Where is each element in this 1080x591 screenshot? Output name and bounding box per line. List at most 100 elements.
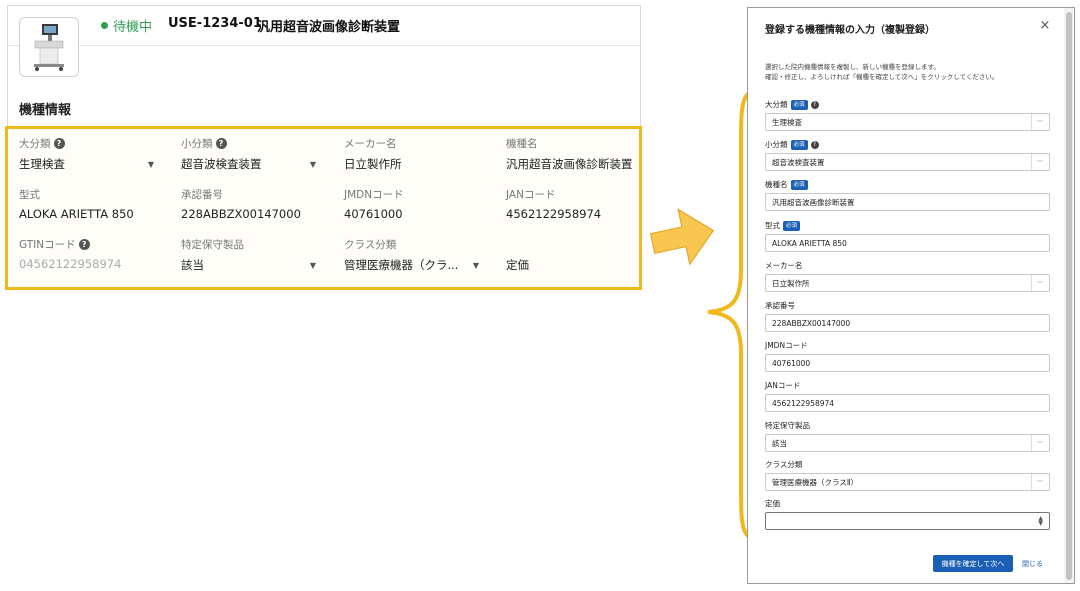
dialog-price-label: 定価 <box>765 499 780 508</box>
status-text: 待機中 <box>113 20 153 35</box>
maker-value: 日立製作所 <box>344 157 402 171</box>
jmdn-input-value: 40761000 <box>772 358 811 368</box>
question-circle-icon[interactable]: ? <box>810 100 819 109</box>
clone-register-dialog: 登録する機種情報の入力（複製登録） × 選択した院内機種情報を複製し、新しい機種… <box>747 7 1075 584</box>
dialog-major-label: 大分類 <box>765 100 788 109</box>
confirm-next-button[interactable]: 機種を確定して次へ <box>933 555 1013 572</box>
minor-select-value: 超音波検査装置 <box>772 157 825 167</box>
jan-input[interactable]: 4562122958974 <box>765 394 1050 412</box>
class-select[interactable]: 管理医療機器（クラ... ▼ <box>344 257 479 273</box>
question-circle-icon[interactable]: ? <box>53 137 65 149</box>
maintenance-value: 該当 <box>181 258 204 272</box>
dialog-class-label: クラス分類 <box>765 460 803 469</box>
field-model-name-label: 機種名 <box>506 137 538 150</box>
field-jmdn: JMDNコード 40761000 <box>344 187 494 222</box>
chevron-down-icon: ▼ <box>309 159 316 169</box>
status-dot-icon <box>101 22 108 29</box>
jmdn-value: 40761000 <box>344 207 403 221</box>
required-badge: 必須 <box>790 179 808 190</box>
maintenance-select[interactable]: 該当 ﹀ <box>765 434 1050 452</box>
chevron-down-icon: ﹀ <box>1030 275 1043 291</box>
field-price: 定価 <box>506 237 656 273</box>
field-gtin-label: GTINコード <box>19 238 76 251</box>
minor-value: 超音波検査装置 <box>181 157 262 171</box>
required-badge: 必須 <box>790 139 808 150</box>
field-approval-label: 承認番号 <box>181 188 223 201</box>
device-thumbnail <box>19 17 79 77</box>
model-type-value: ALOKA ARIETTA 850 <box>19 207 134 221</box>
dialog-description-line1: 選択した院内機種情報を複製し、新しい機種を登録します。 <box>765 63 940 71</box>
ultrasound-machine-image <box>34 24 64 71</box>
question-circle-icon[interactable]: ? <box>215 137 227 149</box>
dialog-model-name-label: 機種名 <box>765 180 788 189</box>
dialog-field-major: 大分類 必須 ? 生理検査 ﹀ <box>765 99 1050 131</box>
dialog-field-jmdn: JMDNコード 40761000 <box>765 340 1050 372</box>
field-jmdn-label: JMDNコード <box>344 188 404 201</box>
dialog-approval-label: 承認番号 <box>765 301 795 310</box>
class-value: 管理医療機器（クラ... <box>344 258 459 272</box>
class-select-value: 管理医療機器（クラスⅡ） <box>772 477 859 487</box>
dialog-model-type-label: 型式 <box>765 221 780 230</box>
field-gtin: GTINコード? 04562122958974 <box>19 237 169 271</box>
field-model-type-label: 型式 <box>19 188 40 201</box>
model-name-input[interactable]: 汎用超音波画像診断装置 <box>765 193 1050 211</box>
jan-input-value: 4562122958974 <box>772 398 835 408</box>
dialog-field-model-name: 機種名 必須 汎用超音波画像診断装置 <box>765 179 1050 211</box>
jan-value: 4562122958974 <box>506 207 602 221</box>
close-icon[interactable]: × <box>1038 19 1052 33</box>
close-link[interactable]: 閉じる <box>1022 559 1043 569</box>
approval-input[interactable]: 228ABBZX00147000 <box>765 314 1050 332</box>
field-maintenance-label: 特定保守製品 <box>181 238 244 251</box>
spinner-icon[interactable]: ▲ ▼ <box>1038 516 1043 527</box>
model-type-input[interactable]: ALOKA ARIETTA 850 <box>765 234 1050 252</box>
chevron-down-icon: ﹀ <box>1030 435 1043 451</box>
dialog-maker-label: メーカー名 <box>765 261 803 270</box>
model-name-input-value: 汎用超音波画像診断装置 <box>772 197 855 207</box>
minor-select[interactable]: 超音波検査装置 ﹀ <box>765 153 1050 171</box>
maker-select[interactable]: 日立製作所 ﹀ <box>765 274 1050 292</box>
maintenance-select-value: 該当 <box>772 438 787 448</box>
dialog-title: 登録する機種情報の入力（複製登録） <box>765 25 935 36</box>
major-select[interactable]: 生理検査 ▼ <box>19 156 154 172</box>
price-label: 定価 <box>506 258 529 272</box>
field-maintenance: 特定保守製品 該当 ▼ <box>181 237 331 273</box>
dialog-field-minor: 小分類 必須 ? 超音波検査装置 ﹀ <box>765 139 1050 171</box>
jmdn-input[interactable]: 40761000 <box>765 354 1050 372</box>
dialog-description: 選択した院内機種情報を複製し、新しい機種を登録します。 確認・修正し、よろしけれ… <box>765 62 1061 82</box>
dialog-scrollbar-thumb[interactable] <box>1066 12 1072 580</box>
question-circle-icon[interactable]: ? <box>810 140 819 149</box>
dialog-field-price: 定価 ▲ ▼ <box>765 498 1050 530</box>
field-minor: 小分類? 超音波検査装置 ▼ <box>181 136 331 172</box>
class-select[interactable]: 管理医療機器（クラスⅡ） ﹀ <box>765 473 1050 491</box>
major-value: 生理検査 <box>19 157 65 171</box>
field-model-name: 機種名 汎用超音波画像診断装置 <box>506 136 656 172</box>
dialog-jmdn-label: JMDNコード <box>765 341 808 350</box>
major-select[interactable]: 生理検査 ﹀ <box>765 113 1050 131</box>
dialog-field-class: クラス分類 管理医療機器（クラスⅡ） ﹀ <box>765 459 1050 491</box>
field-approval: 承認番号 228ABBZX00147000 <box>181 187 331 222</box>
dialog-minor-label: 小分類 <box>765 140 788 149</box>
field-major-label: 大分類 <box>19 137 51 150</box>
field-jan-label: JANコード <box>506 188 556 201</box>
approval-value: 228ABBZX00147000 <box>181 207 301 221</box>
field-class: クラス分類 管理医療機器（クラ... ▼ <box>344 237 494 273</box>
device-name: 汎用超音波画像診断装置 <box>257 20 401 35</box>
field-maker: メーカー名 日立製作所 <box>344 136 494 172</box>
dialog-jan-label: JANコード <box>765 381 801 390</box>
dialog-field-model-type: 型式 必須 ALOKA ARIETTA 850 <box>765 220 1050 252</box>
chevron-down-icon: ﹀ <box>1030 154 1043 170</box>
major-select-value: 生理検査 <box>772 117 802 127</box>
chevron-down-icon: ﹀ <box>1030 474 1043 490</box>
status-indicator: 待機中 <box>101 16 152 35</box>
field-jan: JANコード 4562122958974 <box>506 187 656 222</box>
question-circle-icon[interactable]: ? <box>78 238 90 250</box>
price-input[interactable]: ▲ ▼ <box>765 512 1050 530</box>
model-name-value: 汎用超音波画像診断装置 <box>506 157 633 171</box>
field-model-type: 型式 ALOKA ARIETTA 850 <box>19 187 169 222</box>
dialog-field-maintenance: 特定保守製品 該当 ﹀ <box>765 420 1050 452</box>
dialog-field-approval: 承認番号 228ABBZX00147000 <box>765 300 1050 332</box>
maintenance-select[interactable]: 該当 ▼ <box>181 257 316 273</box>
chevron-down-icon: ▼ <box>309 260 316 270</box>
minor-select[interactable]: 超音波検査装置 ▼ <box>181 156 316 172</box>
dialog-field-jan: JANコード 4562122958974 <box>765 380 1050 412</box>
